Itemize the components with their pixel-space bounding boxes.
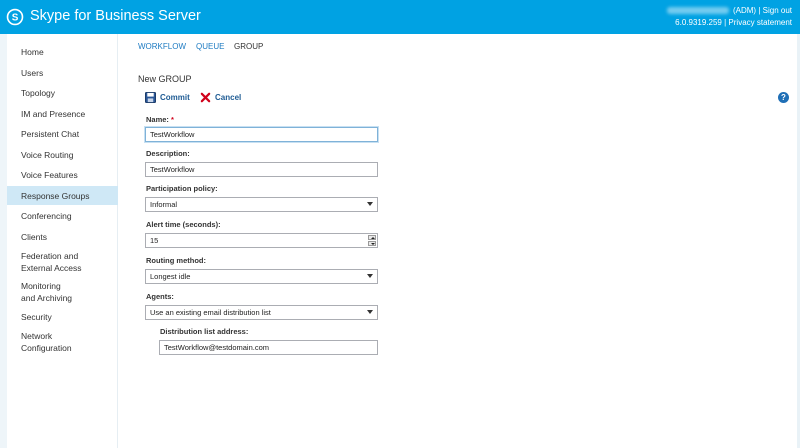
separator: | [724, 18, 727, 27]
participation-policy-value: Informal [150, 200, 178, 209]
distribution-list-input[interactable]: TestWorkflow@testdomain.com [159, 340, 378, 355]
redacted-user-name [666, 7, 729, 15]
app-title: Skype for Business Server [30, 8, 201, 24]
sidebar-item-conferencing[interactable]: Conferencing [7, 210, 118, 222]
sidebar-item-response-groups[interactable]: Response Groups [7, 186, 118, 205]
decrement-button[interactable] [368, 241, 376, 246]
sidebar-item-topology[interactable]: Topology [7, 87, 118, 99]
sidebar-item-label-line2: External Access [21, 263, 82, 273]
user-info: (ADM) | Sign out [666, 6, 792, 15]
sidebar-item-label: Monitoring [21, 281, 61, 291]
sidebar-item-label-line2: and Archiving [21, 293, 73, 303]
distribution-list-label: Distribution list address: [160, 327, 249, 336]
tab-group[interactable]: GROUP [234, 42, 263, 51]
sidebar-item-voice-routing[interactable]: Voice Routing [7, 149, 118, 161]
description-label: Description: [146, 149, 190, 158]
increment-button[interactable] [368, 235, 376, 240]
tab-queue[interactable]: QUEUE [196, 42, 224, 51]
name-label: Name: * [146, 115, 174, 124]
sidebar-item-voice-features[interactable]: Voice Features [7, 169, 118, 181]
sidebar-item-users[interactable]: Users [7, 67, 118, 79]
alert-time-stepper[interactable]: 15 [145, 233, 378, 248]
chevron-down-icon [367, 202, 373, 206]
sidebar-item-label: Network [21, 331, 53, 341]
chevron-down-icon [367, 274, 373, 278]
sign-out-link[interactable]: Sign out [763, 6, 792, 15]
close-x-icon [200, 92, 211, 103]
participation-policy-select[interactable]: Informal [145, 197, 378, 212]
version-number: 6.0.9319.259 [675, 18, 722, 27]
sidebar-nav: Home Users Topology IM and Presence Pers… [7, 34, 118, 448]
agents-select[interactable]: Use an existing email distribution list [145, 305, 378, 320]
routing-method-value: Longest idle [150, 272, 191, 281]
spinner-control [368, 235, 376, 246]
user-role: (ADM) [732, 6, 757, 15]
description-input[interactable]: TestWorkflow [145, 162, 378, 177]
chevron-down-icon [367, 310, 373, 314]
routing-method-label: Routing method: [146, 256, 206, 265]
sidebar-item-federation[interactable]: Federation and External Access [7, 250, 118, 274]
privacy-statement-link[interactable]: Privacy statement [728, 18, 792, 27]
sidebar-item-persistent-chat[interactable]: Persistent Chat [7, 128, 118, 140]
sidebar-item-network[interactable]: Network Configuration [7, 330, 118, 354]
sidebar-item-monitoring[interactable]: Monitoring and Archiving [7, 280, 118, 304]
sidebar-item-im-presence[interactable]: IM and Presence [7, 108, 118, 120]
sidebar-item-home[interactable]: Home [7, 46, 118, 58]
save-disk-icon [145, 92, 156, 103]
sidebar-item-clients[interactable]: Clients [7, 231, 118, 243]
help-icon[interactable]: ? [778, 92, 789, 103]
agents-value: Use an existing email distribution list [150, 308, 271, 317]
tab-workflow[interactable]: WORKFLOW [138, 42, 186, 51]
caret-down-icon [370, 242, 375, 245]
commit-label: Commit [160, 93, 190, 102]
cancel-label: Cancel [215, 93, 242, 102]
version-info: 6.0.9319.259 | Privacy statement [675, 18, 792, 27]
sidebar-item-label-line2: Configuration [21, 343, 72, 353]
agents-label: Agents: [146, 292, 174, 301]
left-edge-strip [0, 34, 7, 448]
svg-text:S: S [12, 13, 19, 24]
participation-policy-label: Participation policy: [146, 184, 218, 193]
skype-logo-icon: S [6, 8, 24, 26]
caret-up-icon [370, 236, 375, 239]
alert-time-value: 15 [150, 236, 159, 245]
page-title: New GROUP [138, 74, 192, 84]
name-input[interactable]: TestWorkflow [145, 127, 378, 142]
required-marker: * [170, 115, 174, 124]
name-label-text: Name: [146, 115, 169, 124]
alert-time-label: Alert time (seconds): [146, 220, 221, 229]
top-header-bar: S Skype for Business Server (ADM) | Sign… [0, 0, 800, 34]
separator: | [758, 6, 761, 15]
sidebar-item-security[interactable]: Security [7, 311, 118, 323]
sidebar-item-label: Federation and [21, 251, 79, 261]
routing-method-select[interactable]: Longest idle [145, 269, 378, 284]
